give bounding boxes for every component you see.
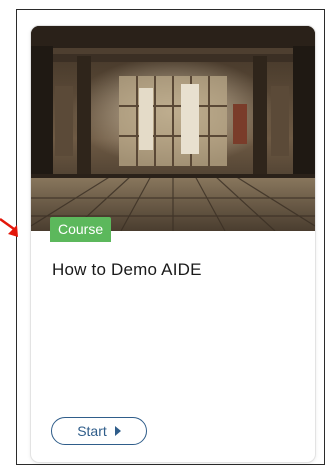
- course-thumbnail: [31, 26, 315, 231]
- start-button[interactable]: Start: [51, 417, 147, 445]
- start-button-label: Start: [77, 423, 107, 439]
- red-arrow-icon: [0, 217, 18, 237]
- course-card[interactable]: Course How to Demo AIDE Start: [31, 26, 315, 462]
- course-title[interactable]: How to Demo AIDE: [52, 260, 202, 280]
- play-icon: [114, 426, 121, 436]
- course-badge: Course: [50, 217, 112, 242]
